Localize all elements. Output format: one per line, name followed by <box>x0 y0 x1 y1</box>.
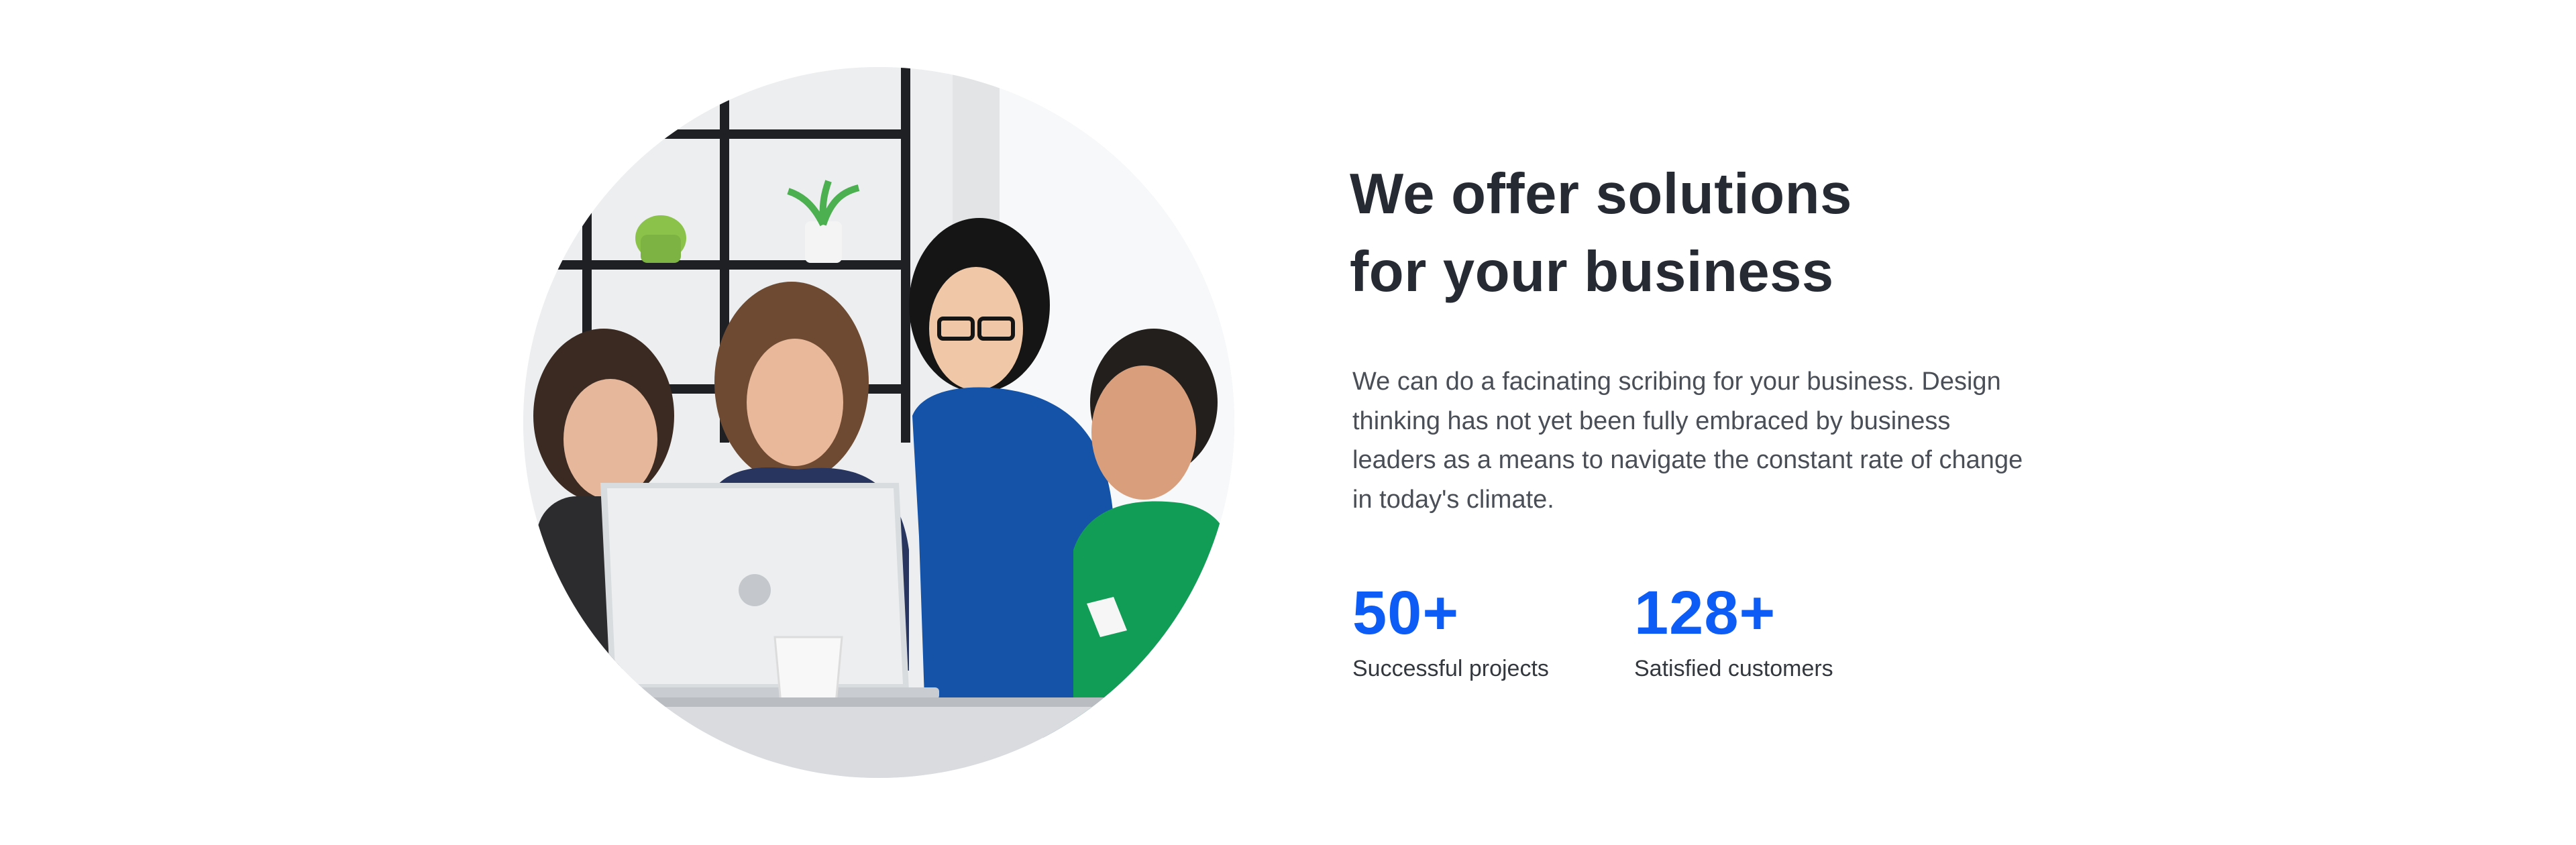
section-title: We offer solutions for your business <box>1350 156 2027 311</box>
stat-label: Successful projects <box>1352 656 1549 681</box>
team-photo-illustration <box>523 67 1234 778</box>
stat-value: 50+ <box>1352 579 1460 647</box>
section-title-line-2: for your business <box>1350 240 1834 304</box>
stat-label: Satisfied customers <box>1634 656 1833 681</box>
stats-row: 50+ Successful projects 128+ Satisfied c… <box>1352 579 2027 684</box>
stat-projects: 50+ Successful projects <box>1352 579 1634 684</box>
section-title-line-1: We offer solutions <box>1350 162 1852 226</box>
content-block: We offer solutions for your business We … <box>1350 156 2027 684</box>
about-section: We offer solutions for your business We … <box>0 0 2576 845</box>
team-photo <box>523 67 1234 778</box>
stat-customers: 128+ Satisfied customers <box>1634 579 1902 684</box>
section-description: We can do a facinating scribing for your… <box>1352 368 2023 514</box>
stat-value: 128+ <box>1634 579 1776 647</box>
